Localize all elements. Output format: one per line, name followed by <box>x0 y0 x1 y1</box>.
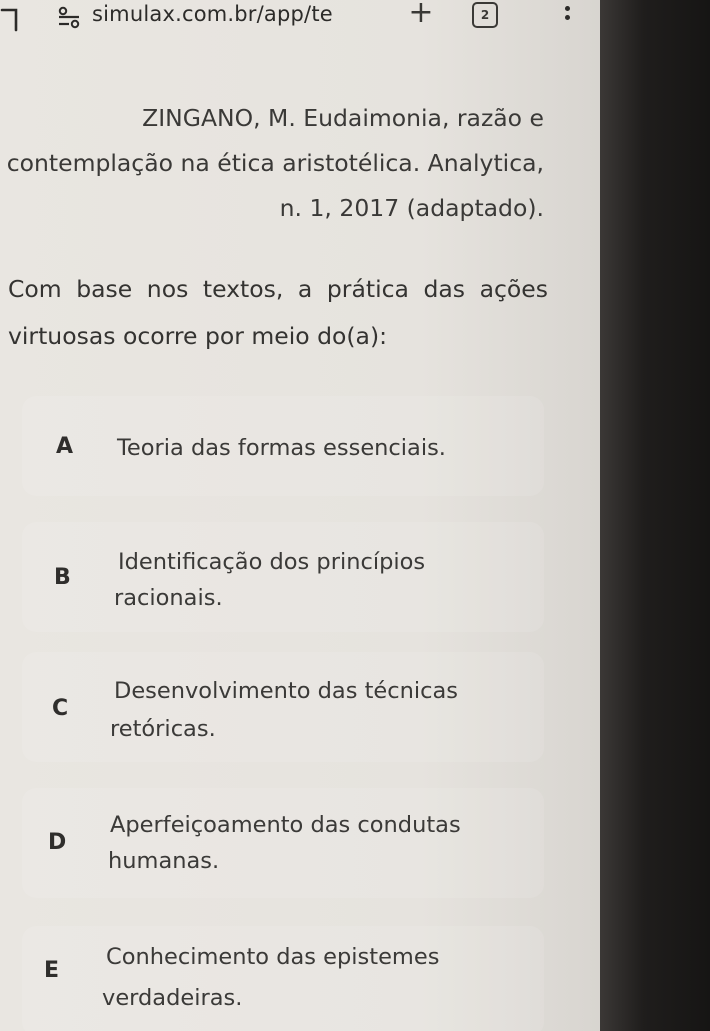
option-letter: C <box>52 696 69 721</box>
tab-switcher-button[interactable]: 2 <box>472 2 498 28</box>
screen-edge-shadow <box>600 0 710 1031</box>
option-letter: A <box>56 434 74 459</box>
citation-line: ZINGANO, M. Eudaimonia, razão e <box>142 104 544 132</box>
address-bar[interactable]: simulax.com.br/app/te <box>92 2 333 26</box>
option-letter: B <box>54 565 71 590</box>
option-text: Teoria das formas essenciais. <box>117 435 446 461</box>
option-text: verdadeiras. <box>102 985 243 1011</box>
option-text: Aperfeiçoamento das condutas <box>110 812 461 838</box>
citation-line: n. 1, 2017 (adaptado). <box>279 194 544 222</box>
option-e[interactable]: E Conhecimento das epistemes verdadeiras… <box>22 926 544 1031</box>
option-letter: D <box>48 830 67 855</box>
option-text: racionais. <box>114 585 223 611</box>
option-text: Identificação dos princípios <box>118 549 426 575</box>
app-screen: simulax.com.br/app/te + 2 ZINGANO, M. Eu… <box>0 0 600 1031</box>
back-arrow-icon <box>0 8 18 32</box>
option-c[interactable]: C Desenvolvimento das técnicas retóricas… <box>22 652 544 762</box>
new-tab-button[interactable]: + <box>404 0 438 30</box>
browser-toolbar: simulax.com.br/app/te + 2 <box>0 0 600 44</box>
option-d[interactable]: D Aperfeiçoamento das condutas humanas. <box>22 788 544 898</box>
back-button[interactable] <box>0 2 26 32</box>
site-settings-icon <box>58 6 80 29</box>
option-letter: E <box>44 958 60 983</box>
citation-line: contemplação na ética aristotélica. Anal… <box>6 149 544 177</box>
source-citation: ZINGANO, M. Eudaimonia, razão e contempl… <box>4 96 544 231</box>
option-text: retóricas. <box>110 716 216 742</box>
option-text: Conhecimento das epistemes <box>106 944 440 970</box>
option-b[interactable]: B Identificação dos princípios racionais… <box>22 522 544 632</box>
option-text: Desenvolvimento das técnicas <box>114 678 459 704</box>
browser-menu-button[interactable] <box>560 4 574 30</box>
question-text: Com base nos textos, a prática das ações… <box>8 275 548 350</box>
option-text: humanas. <box>108 848 220 874</box>
option-a[interactable]: A Teoria das formas essenciais. <box>22 396 544 496</box>
site-settings-button[interactable] <box>56 4 82 30</box>
